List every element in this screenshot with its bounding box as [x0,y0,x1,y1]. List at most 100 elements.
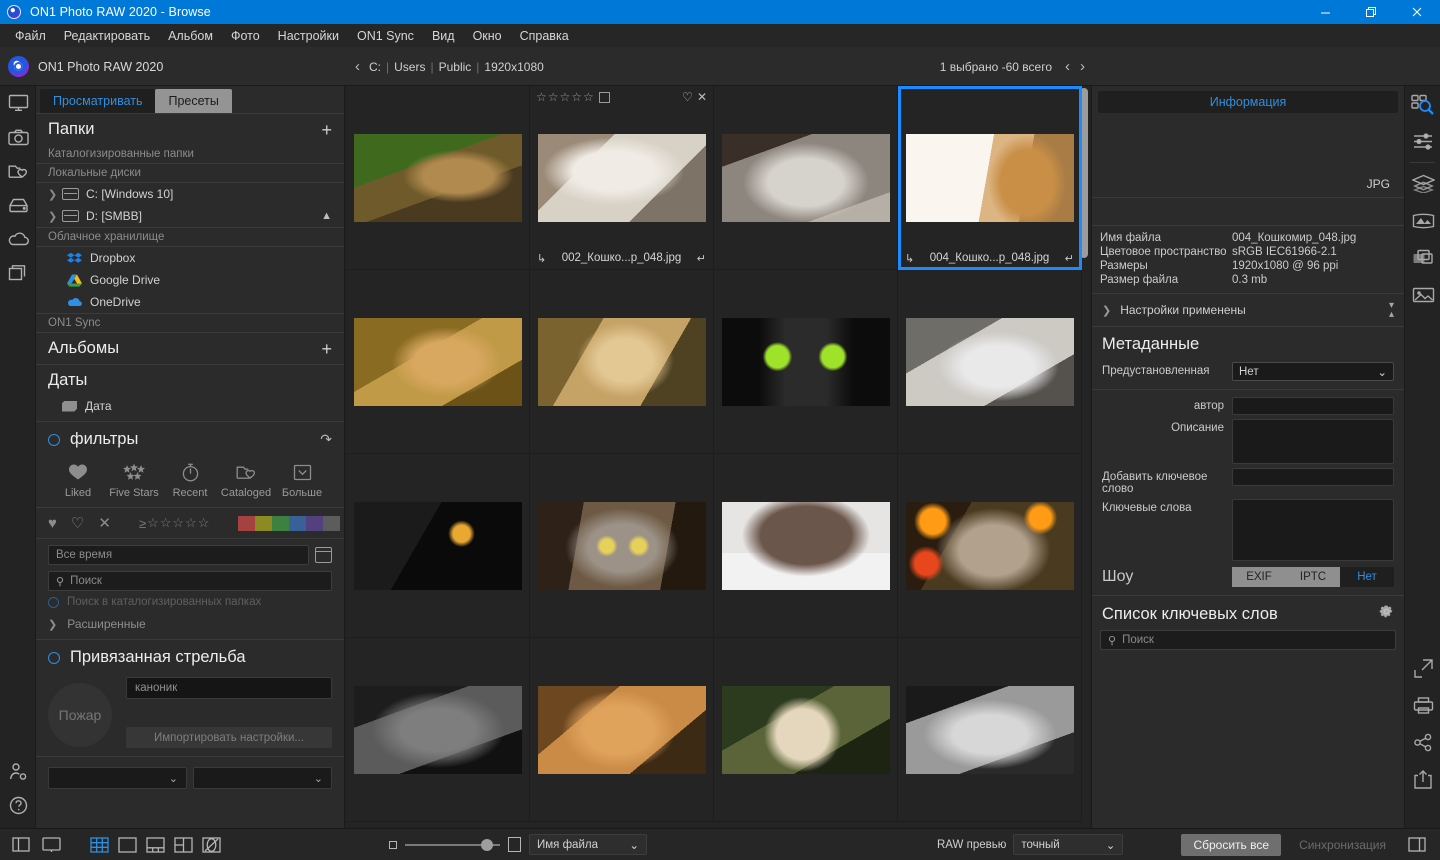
maximize-button[interactable] [1348,0,1394,24]
thumbnail-checkbox[interactable] [598,91,610,103]
small-thumb-icon[interactable] [389,840,397,849]
thumbnail-cell[interactable] [346,638,530,822]
add-album-button[interactable]: + [321,340,332,358]
show-option-iptc[interactable]: IPTC [1286,567,1340,587]
tab-presets[interactable]: Пресеты [155,89,232,113]
raw-preview-select[interactable]: точный ⌄ [1013,834,1124,855]
fullscreen-icon[interactable] [38,833,64,857]
sort-updown-icon[interactable]: ▾ ▴ [1389,301,1394,320]
filter-recent[interactable]: Recent [162,459,218,499]
reset-all-button[interactable]: Сбросить все [1181,833,1282,856]
breadcrumb-item-0[interactable]: C: [369,60,381,74]
thumbnail-cell[interactable] [898,270,1082,454]
map-view-icon[interactable] [198,833,224,857]
thumbnail-cell[interactable] [714,86,898,270]
breadcrumb-item-3[interactable]: 1920x1080 [484,60,543,74]
cloud-row-google-drive[interactable]: Google Drive [36,269,344,291]
swatch-green[interactable] [272,515,290,531]
browse-icon[interactable] [1405,86,1440,123]
date-item[interactable]: Дата [36,396,344,421]
resize-image-icon[interactable] [1405,276,1440,313]
camera-field[interactable]: каноник [126,677,332,699]
chevron-right-icon[interactable]: ❯ [48,188,62,201]
cloud-row-onedrive[interactable]: OneDrive [36,291,344,313]
reset-icon[interactable]: ↷ [320,431,332,448]
menu-help[interactable]: Справка [511,26,578,46]
expand-icon[interactable] [1405,650,1440,687]
thumbnail-cell[interactable] [714,454,898,638]
thumbnail-cell[interactable] [346,270,530,454]
reject-icon[interactable]: ✕ [98,514,111,532]
tethered-toggle[interactable] [48,651,60,664]
heart-outline-icon[interactable]: ♡ [71,514,84,532]
thumbnail-star-rating[interactable]: ☆☆☆☆☆ [536,90,610,104]
swatch-blue[interactable] [289,515,307,531]
menu-album[interactable]: Альбом [159,26,222,46]
grid-view-icon[interactable] [86,833,112,857]
settings-applied-row[interactable]: ❯ Настройки применены ▾ ▴ [1092,294,1404,327]
share-icon[interactable] [1405,724,1440,761]
sync-button[interactable]: Синхронизация [1287,834,1398,856]
color-label-swatches[interactable] [238,515,341,531]
keyword-search-input[interactable]: ⚲ Поиск [1100,630,1396,650]
panel-toggle-icon[interactable] [8,833,34,857]
tethered-select-left[interactable]: ⌄ [48,767,187,789]
flag-right-icon[interactable]: ↵ [1065,252,1074,265]
filter-liked[interactable]: Liked [50,459,106,499]
search-cataloged-toggle[interactable] [48,596,59,608]
menu-settings[interactable]: Настройки [269,26,348,46]
description-input[interactable] [1232,419,1394,464]
search-cataloged-row[interactable]: Поиск в каталогизированных папках [36,591,344,613]
compare-view-icon[interactable] [170,833,196,857]
print-icon[interactable] [1405,687,1440,724]
thumbnail-cell[interactable] [346,454,530,638]
prev-photo-icon[interactable]: ‹ [1062,57,1073,76]
filter-five-stars[interactable]: Five Stars [106,459,162,499]
reject-icon[interactable]: ✕ [697,90,707,104]
filter-cataloged[interactable]: Cataloged [218,459,274,499]
thumbnail-cell[interactable] [346,86,530,270]
breadcrumb-item-2[interactable]: Public [439,60,472,74]
tethered-select-right[interactable]: ⌄ [193,767,332,789]
cloud-row-dropbox[interactable]: Dropbox [36,247,344,269]
filmstrip-view-icon[interactable] [142,833,168,857]
menu-view[interactable]: Вид [423,26,464,46]
thumbnail-cell[interactable] [714,270,898,454]
swatch-purple[interactable] [306,515,324,531]
right-panel-toggle-icon[interactable] [1404,833,1430,857]
menu-photo[interactable]: Фото [222,26,269,46]
tab-browse[interactable]: Просматривать [40,89,156,113]
develop-sliders-icon[interactable] [1405,123,1440,160]
tab-information[interactable]: Информация [1098,91,1398,113]
breadcrumb-item-1[interactable]: Users [394,60,425,74]
thumbnail-grid[interactable]: ☆☆☆☆☆ ♡ ✕ ↳ 002_Кошко...p_048.jpg ↵ ↳ 00… [346,86,1090,828]
keywords-input[interactable] [1232,499,1394,561]
help-icon[interactable] [0,788,36,822]
minimize-button[interactable] [1302,0,1348,24]
menu-edit[interactable]: Редактировать [55,26,159,46]
swatch-red[interactable] [238,515,256,531]
drive-icon[interactable] [0,188,36,222]
next-photo-icon[interactable]: › [1077,57,1088,76]
camera-icon[interactable] [0,120,36,154]
breadcrumb-back-icon[interactable]: ‹ [352,57,363,76]
thumbnail-size-slider[interactable] [405,838,500,851]
add-folder-button[interactable]: + [321,121,332,139]
cloud-icon[interactable] [0,222,36,256]
show-option-none[interactable]: Нет [1340,567,1394,587]
menu-on1-sync[interactable]: ON1 Sync [348,26,423,46]
thumbnail-cell-selected[interactable]: ↳ 004_Кошко...p_048.jpg ↵ [898,86,1082,270]
star-rating-filter[interactable]: ☆☆☆☆☆ [147,515,210,531]
flag-left-icon[interactable]: ↳ [905,252,914,265]
hdr-stack-icon[interactable] [1405,239,1440,276]
thumbnail-cell[interactable] [530,270,714,454]
panorama-icon[interactable] [1405,202,1440,239]
slider-knob[interactable] [481,838,493,851]
user-settings-icon[interactable] [0,754,36,788]
author-input[interactable] [1232,397,1394,415]
stack-icon[interactable] [0,256,36,290]
thumbnail-cell[interactable] [530,638,714,822]
add-keyword-input[interactable] [1232,468,1394,486]
thumbnail-cell[interactable] [898,638,1082,822]
filters-toggle[interactable] [48,433,60,446]
